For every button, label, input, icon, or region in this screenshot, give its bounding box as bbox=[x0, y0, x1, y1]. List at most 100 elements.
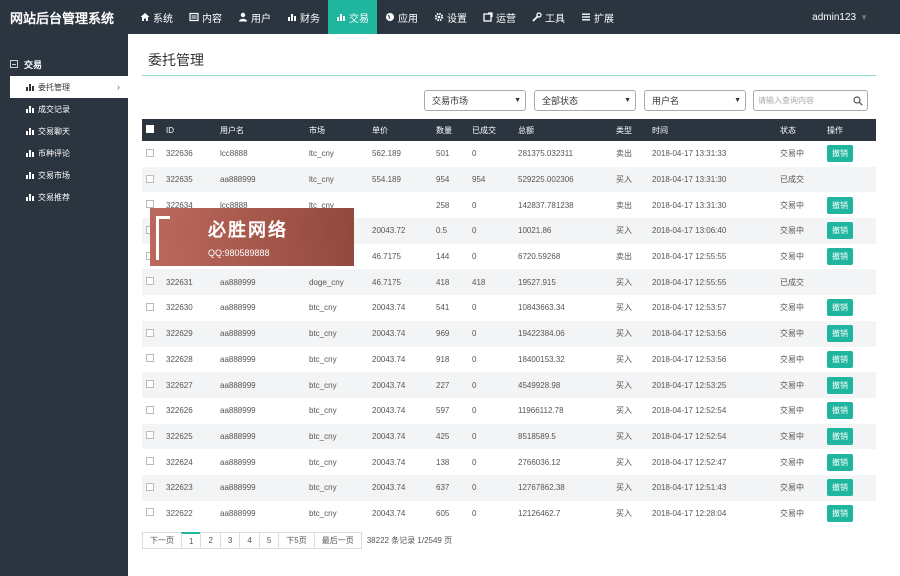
cell-filled: 0 bbox=[472, 303, 477, 313]
nav-item-2[interactable]: 用户 bbox=[230, 0, 279, 34]
gear-icon bbox=[434, 12, 444, 22]
cell-filled: 0 bbox=[472, 252, 477, 262]
nav-item-8[interactable]: 工具 bbox=[524, 0, 573, 34]
page-button-2[interactable]: 2 bbox=[200, 532, 221, 549]
cell-time: 2018-04-17 12:52:47 bbox=[652, 457, 727, 467]
cell-status: 交易中 bbox=[780, 406, 804, 416]
cancel-order-button[interactable]: 撤销 bbox=[827, 479, 853, 497]
cell-id: 322626 bbox=[166, 406, 193, 416]
nav-item-6[interactable]: 设置 bbox=[426, 0, 475, 34]
cancel-order-button[interactable]: 撤销 bbox=[827, 299, 853, 317]
cell-qty: 954 bbox=[436, 175, 450, 185]
cell-filled: 0 bbox=[472, 200, 477, 210]
bar-chart-icon bbox=[26, 149, 34, 157]
row-checkbox[interactable] bbox=[146, 302, 154, 311]
nav-item-7[interactable]: 运营 bbox=[475, 0, 524, 34]
page-button-6[interactable]: 下5页 bbox=[278, 532, 315, 549]
cell-price: 20043.74 bbox=[372, 303, 406, 313]
sidebar-item-3[interactable]: 币种评论 bbox=[0, 142, 128, 164]
cell-market: ltc_cny bbox=[309, 149, 334, 159]
cancel-order-button[interactable]: 撤销 bbox=[827, 325, 853, 343]
column-header: ID bbox=[166, 125, 174, 135]
field-select[interactable]: 用户名 ▼ bbox=[644, 90, 746, 111]
row-checkbox[interactable] bbox=[146, 380, 154, 389]
search-input[interactable]: 请输入查询内容 bbox=[753, 90, 868, 111]
cell-price: 20043.74 bbox=[372, 431, 406, 441]
row-checkbox[interactable] bbox=[146, 174, 154, 183]
cancel-order-button[interactable]: 撤销 bbox=[827, 504, 853, 522]
sidebar-item-5[interactable]: 交易推荐 bbox=[0, 186, 128, 208]
sidebar-item-1[interactable]: 成交记录 bbox=[0, 98, 128, 120]
cancel-order-button[interactable]: 撤销 bbox=[827, 145, 853, 163]
cell-time: 2018-04-17 12:53:57 bbox=[652, 303, 727, 313]
cell-action: 撤销 bbox=[823, 244, 876, 270]
sidebar-item-0[interactable]: 委托管理 › bbox=[10, 76, 128, 98]
cell-qty: 501 bbox=[436, 149, 450, 159]
cell-time: 2018-04-17 13:31:30 bbox=[652, 175, 727, 185]
status-select[interactable]: 全部状态 ▼ bbox=[534, 90, 636, 111]
row-checkbox[interactable] bbox=[146, 508, 154, 517]
table-row: 322623 aa888999 btc_cny 20043.74 637 0 1276786… bbox=[142, 474, 876, 501]
globe-icon bbox=[385, 12, 395, 22]
cell-id: 322625 bbox=[166, 431, 193, 441]
row-checkbox[interactable] bbox=[146, 405, 154, 414]
market-select[interactable]: 交易市场 ▼ bbox=[424, 90, 526, 111]
cancel-order-button[interactable]: 撤销 bbox=[827, 350, 853, 368]
nav-item-3[interactable]: 财务 bbox=[279, 0, 328, 34]
sidebar-list: 委托管理 › 成交记录 交易聊天 币种评论交易市场交易推荐 bbox=[0, 76, 128, 208]
cancel-order-button[interactable]: 撤销 bbox=[827, 222, 853, 240]
page-button-5[interactable]: 5 bbox=[258, 532, 280, 549]
user-menu[interactable]: admin123 ▼ bbox=[812, 0, 868, 34]
row-checkbox[interactable] bbox=[146, 354, 154, 363]
sidebar-item-label: 交易市场 bbox=[38, 170, 70, 180]
search-icon[interactable] bbox=[853, 95, 863, 106]
cell-type: 买入 bbox=[616, 380, 632, 390]
sidebar-item-2[interactable]: 交易聊天 bbox=[0, 120, 128, 142]
cell-market: btc_cny bbox=[309, 457, 337, 467]
dropdown-arrow-icon: ▼ bbox=[734, 97, 741, 104]
nav-item-9[interactable]: 扩展 bbox=[573, 0, 622, 34]
cell-action: 撤销 bbox=[823, 424, 876, 450]
page-button-1[interactable]: 1 bbox=[181, 532, 202, 549]
cell-user: aa888999 bbox=[220, 329, 256, 339]
cancel-order-button[interactable]: 撤销 bbox=[827, 402, 853, 420]
page-button-3[interactable]: 3 bbox=[219, 532, 241, 549]
row-checkbox[interactable] bbox=[146, 457, 154, 466]
cell-market: btc_cny bbox=[309, 483, 337, 493]
row-checkbox[interactable] bbox=[146, 328, 154, 337]
row-checkbox[interactable] bbox=[146, 277, 154, 286]
cell-user: aa888999 bbox=[220, 277, 256, 287]
cancel-order-button[interactable]: 撤销 bbox=[827, 248, 853, 266]
page-button-7[interactable]: 最后一页 bbox=[313, 532, 362, 549]
cancel-order-button[interactable]: 撤销 bbox=[827, 427, 853, 445]
page-button-0[interactable]: 下一页 bbox=[142, 532, 182, 549]
select-all-checkbox[interactable] bbox=[146, 125, 154, 133]
nav-item-label: 财务 bbox=[300, 13, 320, 25]
cell-price: 46.7175 bbox=[372, 277, 401, 287]
filter-bar: 交易市场 ▼ 全部状态 ▼ 用户名 ▼ bbox=[424, 90, 746, 111]
cell-action bbox=[823, 269, 876, 295]
nav-item-1[interactable]: 内容 bbox=[181, 0, 230, 34]
nav-item-5[interactable]: 应用 bbox=[377, 0, 426, 34]
cell-time: 2018-04-17 12:53:56 bbox=[652, 354, 727, 364]
row-checkbox[interactable] bbox=[146, 482, 154, 491]
cancel-order-button[interactable]: 撤销 bbox=[827, 196, 853, 214]
nav-item-0[interactable]: 系统 bbox=[132, 0, 181, 34]
cancel-order-button[interactable]: 撤销 bbox=[827, 376, 853, 394]
column-header: 用户名 bbox=[220, 125, 244, 135]
cell-filled: 0 bbox=[472, 483, 477, 493]
cell-id: 322622 bbox=[166, 508, 193, 518]
sidebar-item-4[interactable]: 交易市场 bbox=[0, 164, 128, 186]
row-checkbox[interactable] bbox=[146, 431, 154, 440]
cell-user: aa888999 bbox=[220, 380, 256, 390]
page-button-4[interactable]: 4 bbox=[239, 532, 260, 549]
cell-time: 2018-04-17 12:28:04 bbox=[652, 508, 727, 518]
nav-item-4[interactable]: 交易 bbox=[328, 0, 377, 34]
cancel-order-button[interactable]: 撤销 bbox=[827, 453, 853, 471]
column-header: 已成交 bbox=[472, 125, 496, 135]
cell-market: btc_cny bbox=[309, 354, 337, 364]
row-checkbox[interactable] bbox=[146, 148, 154, 157]
sidebar-section-header[interactable]: 交易 bbox=[0, 34, 128, 72]
cell-id: 322624 bbox=[166, 457, 193, 467]
cell-type: 买入 bbox=[616, 329, 632, 339]
